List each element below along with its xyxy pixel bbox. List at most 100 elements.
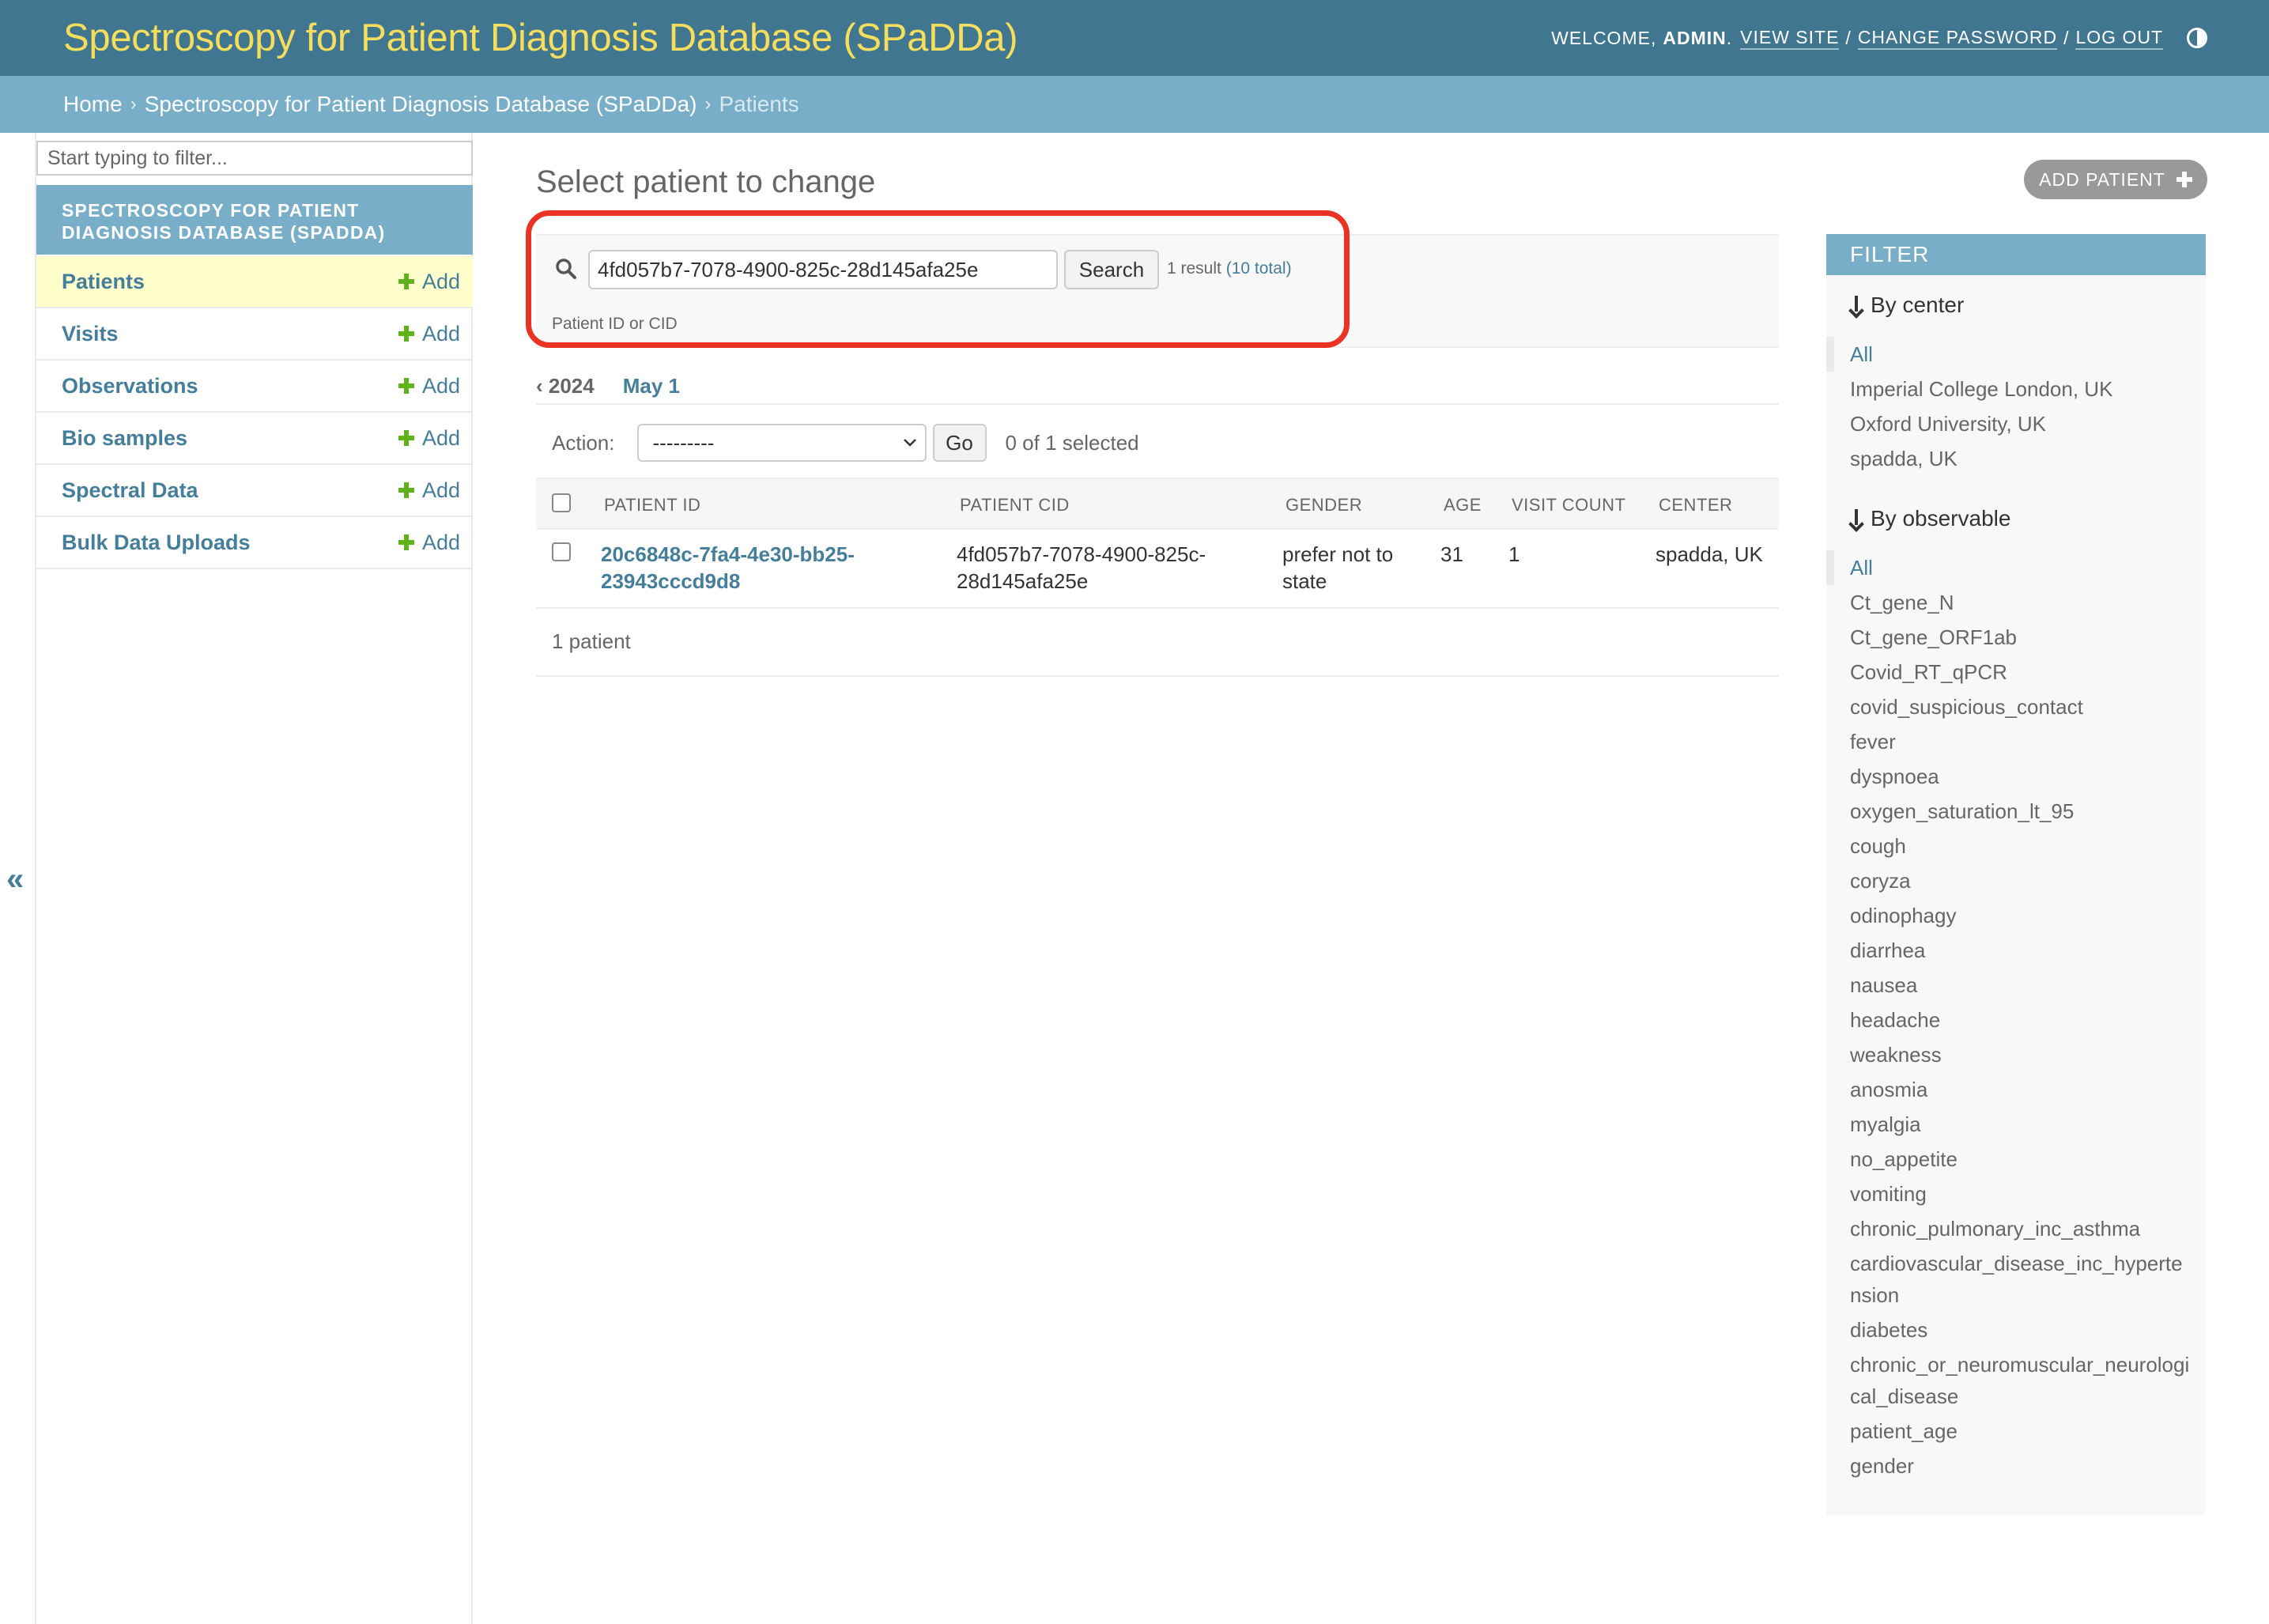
- filter-option[interactable]: vomiting: [1826, 1176, 2190, 1211]
- filter-option[interactable]: oxygen_saturation_lt_95: [1826, 794, 2190, 829]
- filter-option[interactable]: no_appetite: [1826, 1142, 2190, 1176]
- nav-sidebar: Start typing to filter... SPECTROSCOPY F…: [35, 133, 473, 1624]
- log-out-link[interactable]: LOG OUT: [2075, 27, 2163, 50]
- page-title: Select patient to change: [536, 164, 876, 199]
- sidebar-item-label[interactable]: Bulk Data Uploads: [62, 531, 251, 555]
- add-patient-button[interactable]: ADD PATIENT: [2024, 160, 2207, 199]
- selected-count: 0 of 1 selected: [1005, 430, 1139, 455]
- gender-cell: prefer not to state: [1282, 542, 1394, 593]
- filter-panel: FILTER By center All Imperial College Lo…: [1826, 234, 2206, 1515]
- filter-option[interactable]: fever: [1826, 724, 2190, 759]
- filter-option[interactable]: weakness: [1826, 1037, 2190, 1072]
- filter-option[interactable]: chronic_pulmonary_inc_asthma: [1826, 1211, 2190, 1246]
- age-cell: 31: [1440, 542, 1463, 566]
- chevron-right-icon: ›: [704, 93, 712, 115]
- sidebar-item-spectral-data[interactable]: Spectral Data Add: [36, 465, 473, 517]
- filter-option[interactable]: chronic_or_neuromuscular_neurological_di…: [1826, 1347, 2190, 1414]
- filter-option[interactable]: cough: [1826, 829, 2190, 863]
- column-header-center[interactable]: CENTER: [1659, 495, 1732, 516]
- sidebar-item-label[interactable]: Visits: [62, 322, 119, 346]
- filter-heading-center[interactable]: By center: [1850, 293, 1964, 318]
- date-back-link[interactable]: ‹ 2024: [536, 374, 595, 398]
- filter-title: FILTER: [1826, 234, 2206, 275]
- filter-option[interactable]: spadda, UK: [1826, 441, 2190, 476]
- filter-option[interactable]: cardiovascular_disease_inc_hypertension: [1826, 1246, 2190, 1312]
- add-observation-link[interactable]: Add: [398, 374, 460, 398]
- filter-option[interactable]: Covid_RT_qPCR: [1826, 655, 2190, 689]
- search-icon: [556, 259, 576, 279]
- filter-option[interactable]: diabetes: [1826, 1312, 2190, 1347]
- view-site-link[interactable]: VIEW SITE: [1740, 27, 1840, 50]
- theme-toggle-icon[interactable]: [2187, 28, 2207, 48]
- sidebar-item-label[interactable]: Observations: [62, 374, 198, 398]
- filter-option[interactable]: Ct_gene_N: [1826, 585, 2190, 620]
- show-all-link[interactable]: (10 total): [1226, 259, 1292, 278]
- plus-icon: [2176, 172, 2192, 187]
- filter-option[interactable]: headache: [1826, 1003, 2190, 1037]
- nav-filter-input[interactable]: Start typing to filter...: [36, 141, 473, 176]
- center-cell: spadda, UK: [1656, 542, 1763, 566]
- row-checkbox[interactable]: [552, 542, 571, 561]
- filter-option[interactable]: Imperial College London, UK: [1826, 372, 2190, 406]
- search-input[interactable]: 4fd057b7-7078-4900-825c-28d145afa25e: [588, 250, 1058, 289]
- action-label: Action:: [552, 430, 615, 455]
- breadcrumb-app[interactable]: Spectroscopy for Patient Diagnosis Datab…: [145, 92, 697, 117]
- sidebar-item-label[interactable]: Spectral Data: [62, 478, 198, 503]
- add-patient-link[interactable]: Add: [398, 270, 460, 294]
- visit-count-cell: 1: [1508, 542, 1520, 566]
- sidebar-item-visits[interactable]: Visits Add: [36, 308, 473, 361]
- filter-option[interactable]: odinophagy: [1826, 898, 2190, 933]
- column-header-visit-count[interactable]: VISIT COUNT: [1512, 495, 1625, 516]
- filter-option[interactable]: dyspnoea: [1826, 759, 2190, 794]
- sidebar-item-label[interactable]: Patients: [62, 270, 145, 294]
- add-visit-link[interactable]: Add: [398, 322, 460, 346]
- filter-option[interactable]: myalgia: [1826, 1107, 2190, 1142]
- filter-option[interactable]: All: [1826, 550, 2190, 585]
- filter-option[interactable]: anosmia: [1826, 1072, 2190, 1107]
- add-spectral-data-link[interactable]: Add: [398, 478, 460, 503]
- plus-icon: [398, 274, 414, 289]
- chevron-down-icon: [903, 439, 916, 447]
- sidebar-item-observations[interactable]: Observations Add: [36, 361, 473, 413]
- app-caption-link[interactable]: SPECTROSCOPY FOR PATIENT DIAGNOSIS DATAB…: [36, 185, 473, 255]
- username: ADMIN: [1663, 27, 1727, 48]
- arrow-down-icon: [1850, 509, 1863, 528]
- filter-option[interactable]: coryza: [1826, 863, 2190, 898]
- column-header-patient-id[interactable]: PATIENT ID: [604, 495, 700, 516]
- breadcrumb-home[interactable]: Home: [63, 92, 123, 117]
- filter-option[interactable]: patient_age: [1826, 1414, 2190, 1448]
- column-header-patient-cid[interactable]: PATIENT CID: [960, 495, 1070, 516]
- action-select[interactable]: ---------: [636, 424, 927, 462]
- search-button[interactable]: Search: [1064, 250, 1159, 289]
- sidebar-item-bio-samples[interactable]: Bio samples Add: [36, 413, 473, 465]
- change-password-link[interactable]: CHANGE PASSWORD: [1857, 27, 2058, 50]
- plus-icon: [398, 482, 414, 498]
- filter-option[interactable]: All: [1826, 337, 2190, 372]
- select-all-checkbox[interactable]: [552, 493, 571, 512]
- add-bulk-upload-link[interactable]: Add: [398, 531, 460, 555]
- column-header-age[interactable]: AGE: [1444, 495, 1482, 516]
- site-title[interactable]: Spectroscopy for Patient Diagnosis Datab…: [63, 16, 1018, 60]
- sidebar-item-bulk-data-uploads[interactable]: Bulk Data Uploads Add: [36, 517, 473, 569]
- filter-option[interactable]: nausea: [1826, 968, 2190, 1003]
- search-help-text: Patient ID or CID: [552, 315, 678, 333]
- search-toolbar: 4fd057b7-7078-4900-825c-28d145afa25e Sea…: [536, 234, 1779, 348]
- breadcrumb-current: Patients: [719, 92, 799, 116]
- paginator: 1 patient: [536, 610, 1779, 677]
- filter-option[interactable]: covid_suspicious_contact: [1826, 689, 2190, 724]
- add-bio-sample-link[interactable]: Add: [398, 426, 460, 451]
- sidebar-item-label[interactable]: Bio samples: [62, 426, 187, 451]
- filter-option[interactable]: Ct_gene_ORF1ab: [1826, 620, 2190, 655]
- date-current-link[interactable]: May 1: [623, 374, 680, 398]
- patient-id-link[interactable]: 20c6848c-7fa4-4e30-bb25- 23943cccd9d8: [601, 541, 855, 595]
- sidebar-item-patients[interactable]: Patients Add: [36, 256, 473, 308]
- filter-option[interactable]: gender: [1826, 1448, 2190, 1483]
- filter-option[interactable]: diarrhea: [1826, 933, 2190, 968]
- filter-heading-observable[interactable]: By observable: [1850, 506, 2010, 531]
- column-header-gender[interactable]: GENDER: [1286, 495, 1362, 516]
- go-button[interactable]: Go: [932, 424, 987, 462]
- collapse-sidebar-icon[interactable]: «: [6, 862, 24, 897]
- filter-option[interactable]: Oxford University, UK: [1826, 406, 2190, 441]
- plus-icon: [398, 378, 414, 394]
- arrow-down-icon: [1850, 296, 1863, 315]
